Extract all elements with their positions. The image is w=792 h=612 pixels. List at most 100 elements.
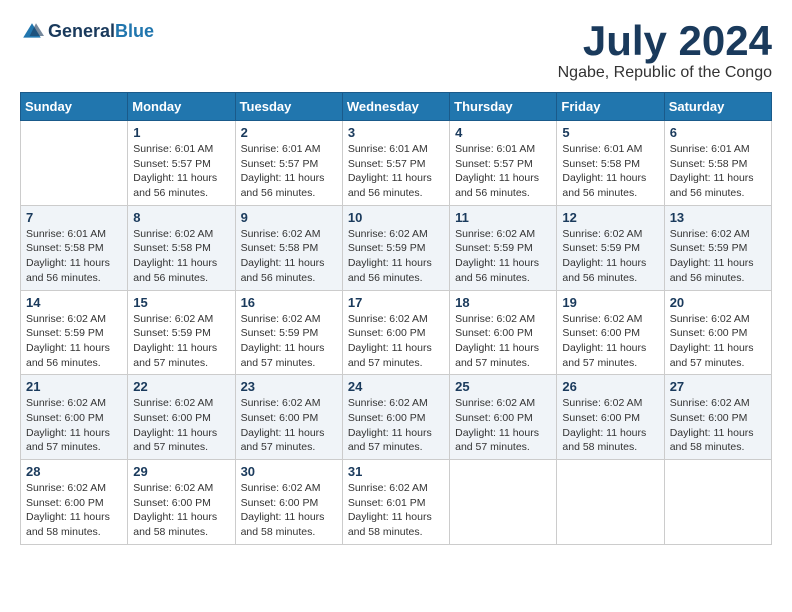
- sunset-text: Sunset: 5:59 PM: [26, 326, 122, 341]
- day-number: 31: [348, 464, 444, 479]
- day-number: 13: [670, 210, 766, 225]
- day-number: 19: [562, 295, 658, 310]
- day-number: 22: [133, 379, 229, 394]
- calendar-week-row: 7Sunrise: 6:01 AMSunset: 5:58 PMDaylight…: [21, 205, 772, 290]
- calendar-cell: 3Sunrise: 6:01 AMSunset: 5:57 PMDaylight…: [342, 121, 449, 206]
- day-number: 4: [455, 125, 551, 140]
- daylight-text: Daylight: 11 hours and 56 minutes.: [348, 171, 444, 200]
- sunset-text: Sunset: 6:00 PM: [26, 411, 122, 426]
- calendar-cell: [557, 460, 664, 545]
- calendar-cell: 27Sunrise: 6:02 AMSunset: 6:00 PMDayligh…: [664, 375, 771, 460]
- day-info: Sunrise: 6:02 AMSunset: 6:00 PMDaylight:…: [670, 396, 766, 455]
- logo-icon: [20, 20, 44, 44]
- daylight-text: Daylight: 11 hours and 56 minutes.: [26, 341, 122, 370]
- sunrise-text: Sunrise: 6:01 AM: [670, 142, 766, 157]
- sunrise-text: Sunrise: 6:02 AM: [133, 312, 229, 327]
- day-info: Sunrise: 6:01 AMSunset: 5:58 PMDaylight:…: [562, 142, 658, 201]
- calendar-cell: 15Sunrise: 6:02 AMSunset: 5:59 PMDayligh…: [128, 290, 235, 375]
- sunset-text: Sunset: 6:00 PM: [670, 326, 766, 341]
- sunset-text: Sunset: 5:58 PM: [133, 241, 229, 256]
- weekday-header-wednesday: Wednesday: [342, 93, 449, 121]
- sunrise-text: Sunrise: 6:01 AM: [241, 142, 337, 157]
- day-info: Sunrise: 6:02 AMSunset: 6:00 PMDaylight:…: [133, 396, 229, 455]
- sunrise-text: Sunrise: 6:02 AM: [26, 312, 122, 327]
- day-number: 10: [348, 210, 444, 225]
- daylight-text: Daylight: 11 hours and 58 minutes.: [241, 510, 337, 539]
- day-info: Sunrise: 6:02 AMSunset: 6:00 PMDaylight:…: [562, 396, 658, 455]
- calendar-cell: 16 Sunrise: 6:02 AMSunset: 5:59 PMDayligh…: [235, 290, 342, 375]
- sunset-text: Sunset: 5:59 PM: [562, 241, 658, 256]
- sunset-text: Sunset: 5:57 PM: [133, 157, 229, 172]
- calendar-week-row: 21Sunrise: 6:02 AMSunset: 6:00 PMDayligh…: [21, 375, 772, 460]
- day-number: 9: [241, 210, 337, 225]
- day-info: Sunrise: 6:02 AMSunset: 6:00 PMDaylight:…: [348, 396, 444, 455]
- sunset-text: Sunset: 6:01 PM: [348, 496, 444, 511]
- calendar-cell: 23Sunrise: 6:02 AMSunset: 6:00 PMDayligh…: [235, 375, 342, 460]
- title-area: July 2024 Ngabe, Republic of the Congo: [558, 20, 772, 82]
- calendar-cell: 21 Sunrise: 6:02 AMSunset: 6:00 PMDayligh…: [21, 375, 128, 460]
- daylight-text: Daylight: 11 hours and 56 minutes.: [455, 256, 551, 285]
- sunset-text: Sunset: 6:00 PM: [562, 411, 658, 426]
- daylight-text: Daylight: 11 hours and 58 minutes.: [562, 426, 658, 455]
- sunset-text: Sunset: 5:59 PM: [348, 241, 444, 256]
- calendar-cell: 26Sunrise: 6:02 AMSunset: 6:00 PMDayligh…: [557, 375, 664, 460]
- day-info: Sunrise: 6:02 AMSunset: 6:00 PMDaylight:…: [26, 481, 122, 540]
- sunrise-text: Sunrise: 6:01 AM: [26, 227, 122, 242]
- sunrise-text: Sunrise: 6:02 AM: [562, 396, 658, 411]
- day-number: 21: [26, 379, 122, 394]
- sunrise-text: Sunrise: 6:02 AM: [348, 312, 444, 327]
- calendar-cell: 11Sunrise: 6:02 AMSunset: 5:59 PMDayligh…: [450, 205, 557, 290]
- daylight-text: Daylight: 11 hours and 57 minutes.: [348, 341, 444, 370]
- sunrise-text: Sunrise: 6:02 AM: [26, 396, 122, 411]
- calendar-cell: 14Sunrise: 6:02 AMSunset: 5:59 PMDayligh…: [21, 290, 128, 375]
- daylight-text: Daylight: 11 hours and 57 minutes.: [348, 426, 444, 455]
- calendar-cell: 6Sunrise: 6:01 AMSunset: 5:58 PMDaylight…: [664, 121, 771, 206]
- sunset-text: Sunset: 5:57 PM: [455, 157, 551, 172]
- day-info: Sunrise: 6:02 AMSunset: 6:00 PMDaylight:…: [455, 312, 551, 371]
- day-info: Sunrise: 6:02 AMSunset: 6:00 PMDaylight:…: [348, 312, 444, 371]
- sunrise-text: Sunrise: 6:02 AM: [670, 227, 766, 242]
- sunrise-text: Sunrise: 6:02 AM: [348, 481, 444, 496]
- day-info: Sunrise: 6:02 AMSunset: 5:59 PMDaylight:…: [26, 312, 122, 371]
- daylight-text: Daylight: 11 hours and 56 minutes.: [562, 256, 658, 285]
- sunrise-text: Sunrise: 6:02 AM: [133, 227, 229, 242]
- day-info: Sunrise: 6:02 AMSunset: 5:59 PMDaylight:…: [348, 227, 444, 286]
- calendar-cell: 30Sunrise: 6:02 AMSunset: 6:00 PMDayligh…: [235, 460, 342, 545]
- daylight-text: Daylight: 11 hours and 57 minutes.: [26, 426, 122, 455]
- day-info: Sunrise: 6:02 AMSunset: 6:00 PMDaylight:…: [455, 396, 551, 455]
- day-info: Sunrise: 6:01 AMSunset: 5:57 PMDaylight:…: [133, 142, 229, 201]
- weekday-header-monday: Monday: [128, 93, 235, 121]
- sunset-text: Sunset: 5:58 PM: [562, 157, 658, 172]
- calendar-cell: 31Sunrise: 6:02 AMSunset: 6:01 PMDayligh…: [342, 460, 449, 545]
- daylight-text: Daylight: 11 hours and 57 minutes.: [455, 341, 551, 370]
- sunset-text: Sunset: 6:00 PM: [670, 411, 766, 426]
- day-number: 15: [133, 295, 229, 310]
- sunset-text: Sunset: 5:59 PM: [455, 241, 551, 256]
- calendar-cell: 12Sunrise: 6:02 AMSunset: 5:59 PMDayligh…: [557, 205, 664, 290]
- sunset-text: Sunset: 5:57 PM: [241, 157, 337, 172]
- daylight-text: Daylight: 11 hours and 57 minutes.: [241, 341, 337, 370]
- calendar-cell: 28Sunrise: 6:02 AMSunset: 6:00 PMDayligh…: [21, 460, 128, 545]
- day-number: 29: [133, 464, 229, 479]
- day-number: 7: [26, 210, 122, 225]
- day-number: 6: [670, 125, 766, 140]
- sunset-text: Sunset: 6:00 PM: [348, 411, 444, 426]
- calendar-cell: 1 Sunrise: 6:01 AMSunset: 5:57 PMDaylight…: [128, 121, 235, 206]
- day-info: Sunrise: 6:02 AMSunset: 5:58 PMDaylight:…: [241, 227, 337, 286]
- daylight-text: Daylight: 11 hours and 56 minutes.: [133, 256, 229, 285]
- weekday-header-row: SundayMondayTuesdayWednesdayThursdayFrid…: [21, 93, 772, 121]
- day-number: 8: [133, 210, 229, 225]
- day-info: Sunrise: 6:02 AMSunset: 6:00 PMDaylight:…: [670, 312, 766, 371]
- calendar-cell: 7Sunrise: 6:01 AMSunset: 5:58 PMDaylight…: [21, 205, 128, 290]
- day-info: Sunrise: 6:02 AMSunset: 5:59 PMDaylight:…: [241, 312, 337, 371]
- day-number: 1: [133, 125, 229, 140]
- day-number: 11: [455, 210, 551, 225]
- day-number: 12: [562, 210, 658, 225]
- day-info: Sunrise: 6:02 AMSunset: 6:00 PMDaylight:…: [133, 481, 229, 540]
- sunset-text: Sunset: 5:58 PM: [26, 241, 122, 256]
- daylight-text: Daylight: 11 hours and 56 minutes.: [562, 171, 658, 200]
- day-number: 16: [241, 295, 337, 310]
- calendar-cell: 17Sunrise: 6:02 AMSunset: 6:00 PMDayligh…: [342, 290, 449, 375]
- day-number: 5: [562, 125, 658, 140]
- daylight-text: Daylight: 11 hours and 56 minutes.: [455, 171, 551, 200]
